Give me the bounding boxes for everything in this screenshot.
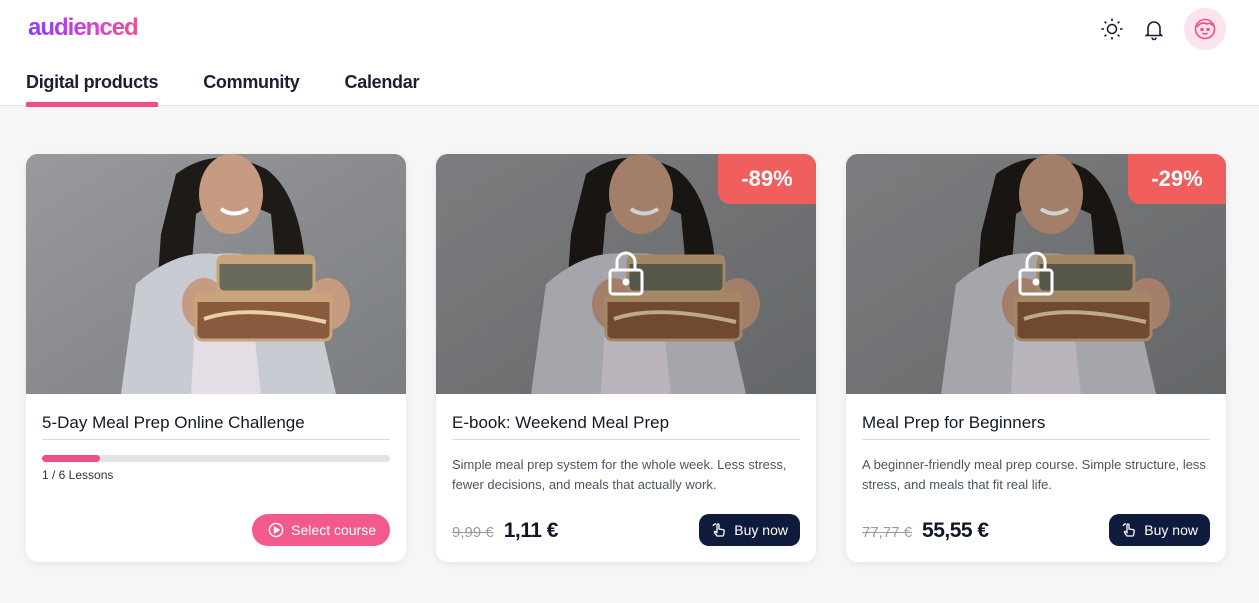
lock-icon (1018, 251, 1054, 296)
card-body: E-book: Weekend Meal Prep Simple meal pr… (452, 394, 800, 495)
price-row: 77,77 € 55,55 € (862, 519, 989, 543)
tab-digital-products[interactable]: Digital products (26, 72, 159, 107)
progress-bar (42, 455, 390, 462)
buy-now-label: Buy now (1144, 522, 1198, 538)
buy-now-button[interactable]: Buy now (1109, 514, 1210, 546)
current-price: 1,11 € (503, 519, 559, 542)
select-course-button[interactable]: Select course (252, 514, 390, 546)
buy-now-button[interactable]: Buy now (699, 514, 800, 546)
progress-fill (42, 455, 101, 462)
current-price: 55,55 € (922, 519, 989, 542)
product-title: E-book: Weekend Meal Prep (452, 394, 800, 440)
tab-community[interactable]: Community (203, 72, 300, 107)
product-card[interactable]: -29% Meal Prep for Beginners A beginner-… (846, 154, 1226, 562)
card-body: Meal Prep for Beginners A beginner-frien… (862, 394, 1210, 495)
product-image: -89% (436, 154, 816, 394)
tab-calendar[interactable]: Calendar (345, 72, 420, 107)
lock-icon (608, 251, 644, 296)
select-course-label: Select course (291, 522, 376, 538)
buy-now-label: Buy now (734, 522, 788, 538)
product-image (26, 154, 406, 394)
tab-bar: Digital products Community Calendar (26, 72, 464, 107)
avatar-icon[interactable] (1184, 8, 1226, 50)
card-body: 5-Day Meal Prep Online Challenge 1 / 6 L… (42, 394, 390, 482)
hand-tap-icon (1122, 523, 1136, 537)
price-row: 9,99 € 1,11 € (452, 519, 558, 543)
product-card[interactable]: -89% E-book: Weekend Meal Prep Simple me… (436, 154, 816, 562)
hand-tap-icon (712, 523, 726, 537)
progress-label: 1 / 6 Lessons (42, 468, 114, 482)
product-grid: 5-Day Meal Prep Online Challenge 1 / 6 L… (26, 154, 1226, 562)
product-title: 5-Day Meal Prep Online Challenge (42, 394, 390, 440)
header-icons (1092, 8, 1226, 50)
product-title: Meal Prep for Beginners (862, 394, 1210, 440)
discount-badge: -29% (1128, 154, 1226, 204)
old-price: 77,77 € (862, 524, 913, 541)
product-description: Simple meal prep system for the whole we… (452, 457, 787, 492)
product-description: A beginner-friendly meal prep course. Si… (862, 457, 1206, 492)
old-price: 9,99 € (452, 524, 494, 541)
discount-badge: -89% (718, 154, 816, 204)
brand-logo[interactable]: audienced (28, 14, 139, 42)
app-header: audienced Digital products Community Cal… (0, 0, 1259, 107)
play-circle-icon (268, 522, 284, 538)
bell-icon[interactable] (1134, 9, 1174, 49)
theme-toggle-icon[interactable] (1092, 9, 1132, 49)
product-image: -29% (846, 154, 1226, 394)
product-card[interactable]: 5-Day Meal Prep Online Challenge 1 / 6 L… (26, 154, 406, 562)
